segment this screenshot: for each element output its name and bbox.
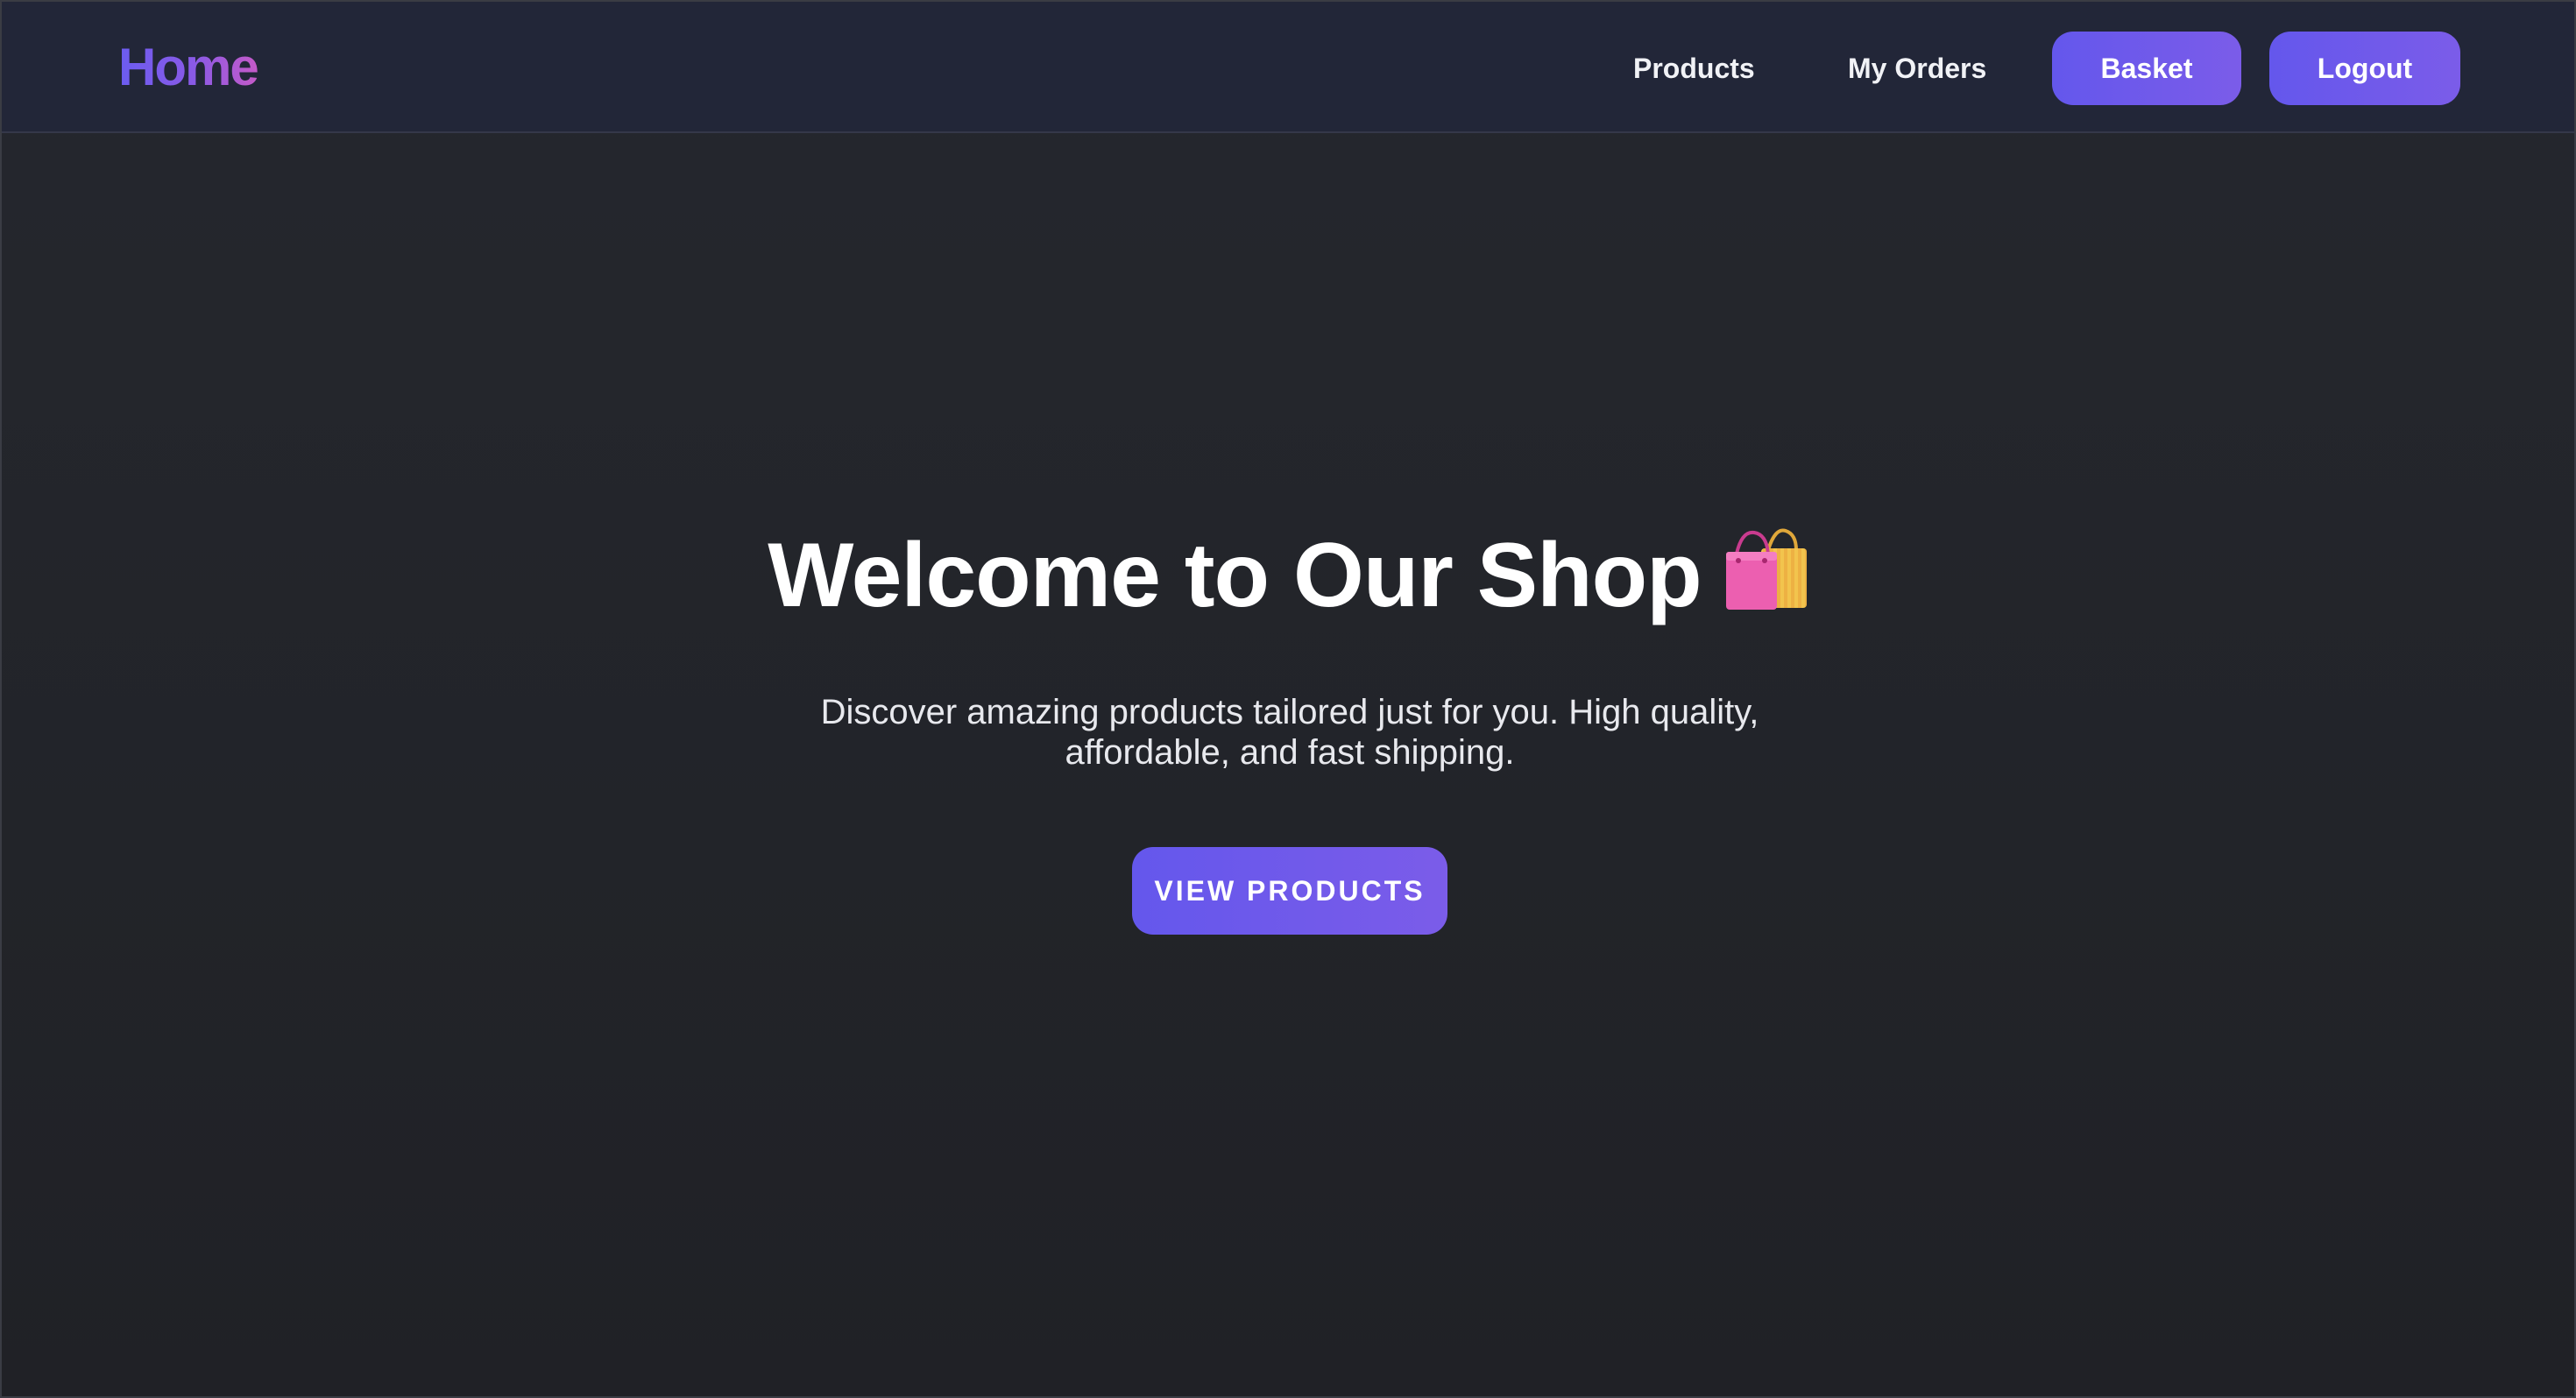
view-products-button[interactable]: VIEW PRODUCTS	[1132, 847, 1447, 935]
shopping-bags-icon	[1721, 522, 1812, 613]
hero-title: Welcome to Our Shop	[2, 519, 2574, 632]
hero-title-text: Welcome to Our Shop	[768, 525, 1702, 626]
logout-button[interactable]: Logout	[2269, 32, 2460, 105]
nav-link-my-orders[interactable]: My Orders	[1848, 47, 1986, 89]
top-navbar: Home Products My Orders Basket Logout	[2, 2, 2574, 133]
nav-link-products[interactable]: Products	[1633, 47, 1755, 89]
page: Home Products My Orders Basket Logout We…	[0, 0, 2576, 1398]
hero-subtitle: Discover amazing products tailored just …	[820, 693, 1759, 772]
basket-button[interactable]: Basket	[2052, 32, 2241, 105]
logo-home-link[interactable]: Home	[118, 37, 259, 98]
